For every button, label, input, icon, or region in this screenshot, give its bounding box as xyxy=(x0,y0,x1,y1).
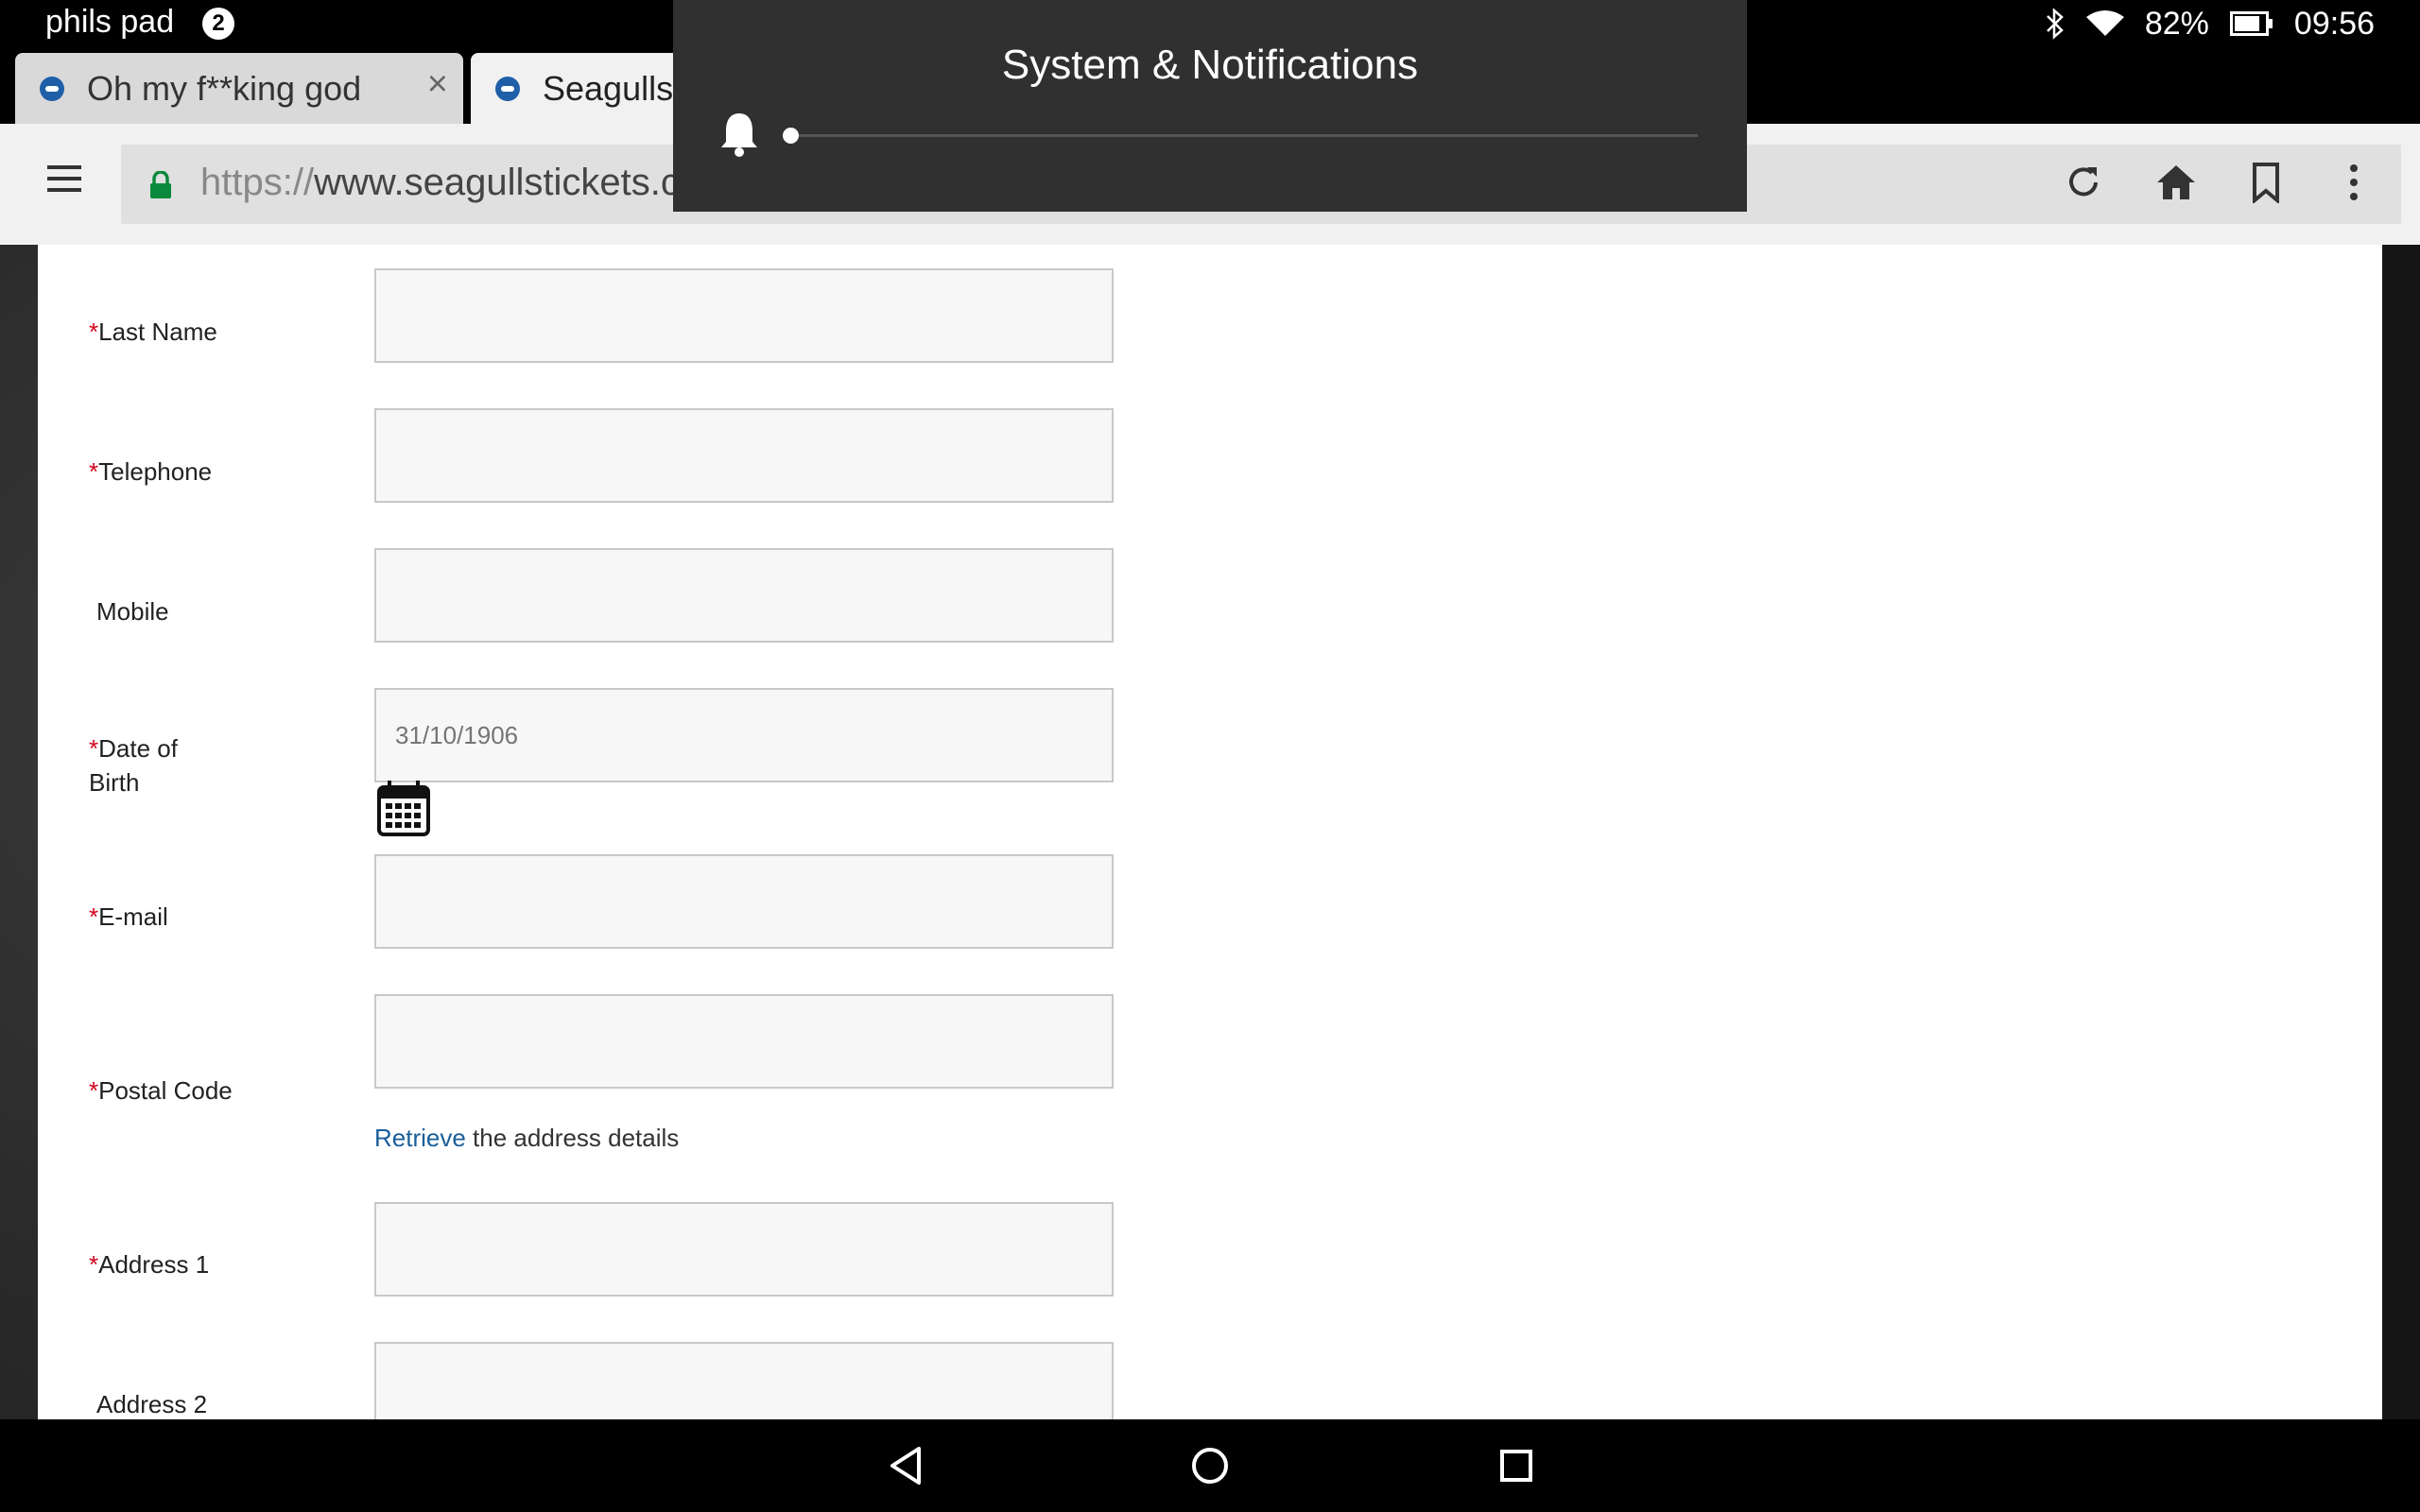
home-nav-icon[interactable] xyxy=(1190,1444,1230,1487)
wifi-icon xyxy=(2085,9,2124,38)
postal-code-input[interactable] xyxy=(374,994,1114,1089)
notification-panel-title: System & Notifications xyxy=(1001,42,1419,88)
close-tab-icon[interactable]: × xyxy=(427,66,448,102)
url-host: www.seagullstickets.c xyxy=(314,162,680,203)
status-icons: 82% 09:56 xyxy=(2045,4,2375,43)
url-text: https://www.seagullstickets.c xyxy=(200,162,680,204)
seagulls-favicon-icon xyxy=(40,76,64,101)
more-icon[interactable] xyxy=(2344,162,2363,203)
retrieve-text: the address details xyxy=(465,1124,680,1152)
bell-icon xyxy=(721,113,757,157)
registration-form: *Last Name *Telephone Mobile *Date of Bir… xyxy=(38,245,2382,1419)
mobile-input[interactable] xyxy=(374,548,1114,643)
telephone-label: *Telephone xyxy=(89,457,213,486)
postal-code-label: *Postal Code xyxy=(89,1076,233,1105)
bookmark-icon[interactable] xyxy=(2250,162,2282,203)
last-name-label: *Last Name xyxy=(89,318,217,346)
seagulls-favicon-icon xyxy=(495,76,520,101)
date-of-birth-label: *Date of Birth xyxy=(89,734,178,797)
menu-icon[interactable] xyxy=(47,165,81,198)
email-input[interactable] xyxy=(374,854,1114,949)
notification-volume-slider[interactable] xyxy=(783,128,1698,144)
clock: 09:56 xyxy=(2293,5,2375,42)
retrieve-address-line: Retrieve the address details xyxy=(374,1124,679,1153)
notification-count-badge: 2 xyxy=(202,8,234,40)
back-icon[interactable] xyxy=(887,1444,925,1487)
last-name-input[interactable] xyxy=(374,268,1114,363)
retrieve-link[interactable]: Retrieve xyxy=(374,1124,466,1152)
battery-icon xyxy=(2229,11,2273,36)
address-1-label: *Address 1 xyxy=(89,1250,210,1279)
navigation-bar xyxy=(0,1419,2420,1512)
recents-icon[interactable] xyxy=(1497,1444,1535,1487)
bluetooth-icon xyxy=(2045,8,2066,40)
address-1-input[interactable] xyxy=(374,1202,1114,1297)
tab-title: Seagulls xyxy=(543,68,674,108)
calendar-icon[interactable] xyxy=(376,779,431,837)
date-of-birth-input[interactable] xyxy=(374,688,1114,782)
reload-icon[interactable] xyxy=(2063,162,2104,203)
address-2-label: Address 2 xyxy=(96,1390,208,1418)
tab-title: Oh my f**king god xyxy=(87,68,362,108)
telephone-input[interactable] xyxy=(374,408,1114,503)
device-name: phils pad xyxy=(45,4,175,40)
slider-thumb[interactable] xyxy=(783,128,799,144)
mobile-label: Mobile xyxy=(96,597,169,626)
address-2-input[interactable] xyxy=(374,1342,1114,1419)
battery-level: 82% xyxy=(2144,5,2209,42)
notification-panel: System & Notifications xyxy=(673,0,1747,212)
url-scheme: https:// xyxy=(200,162,315,203)
email-label: *E-mail xyxy=(89,902,168,931)
lock-icon xyxy=(150,171,171,198)
home-icon[interactable] xyxy=(2155,162,2197,203)
tab-oh-my-god[interactable]: Oh my f**king god × xyxy=(15,53,463,124)
